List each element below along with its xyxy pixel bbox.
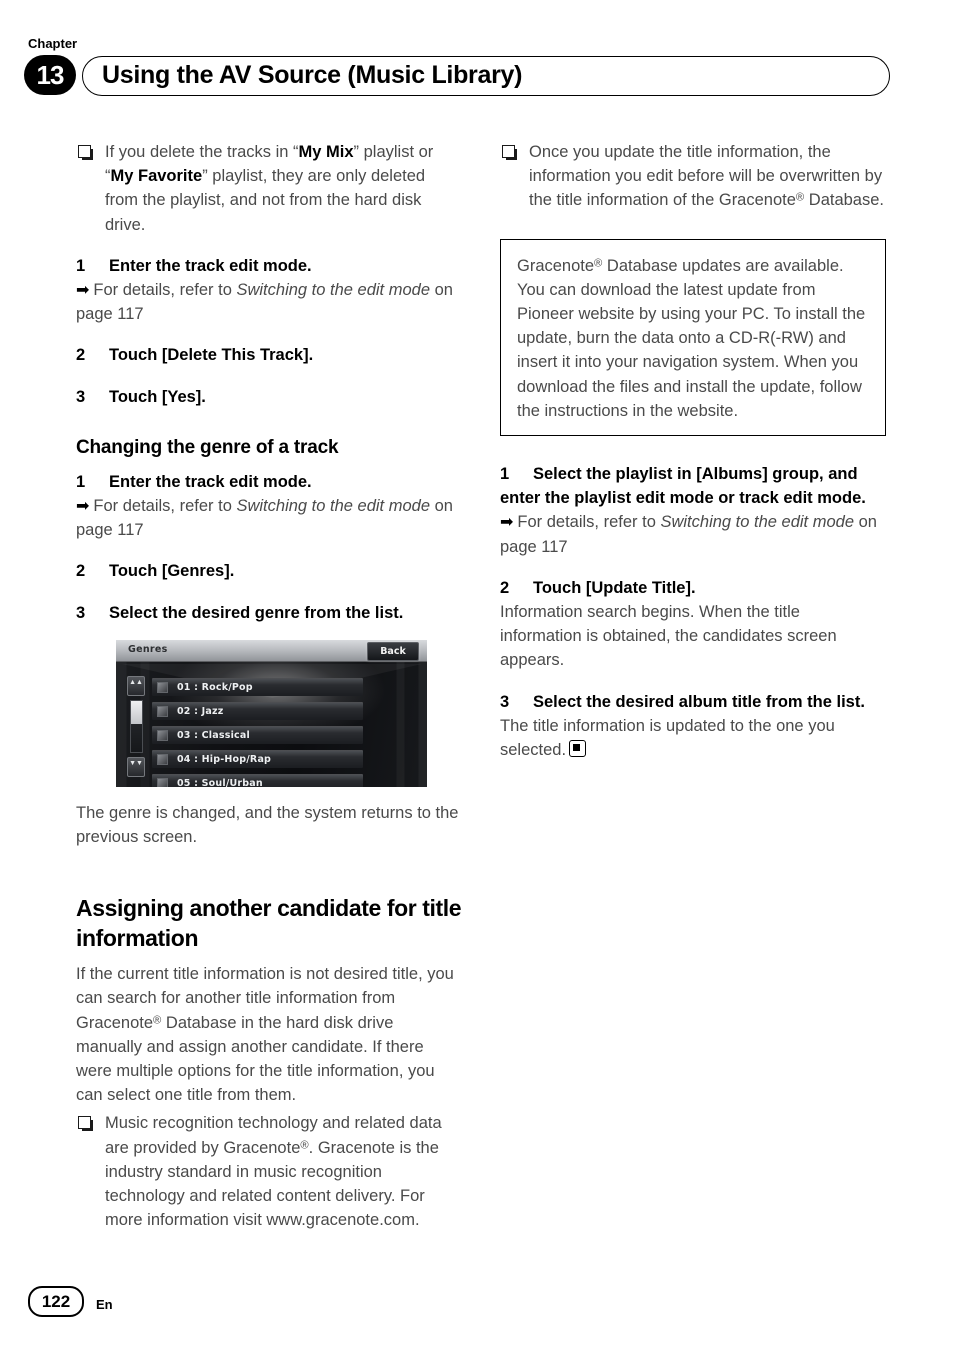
step-label: Touch [Update Title].	[533, 578, 696, 597]
step-number: 3	[76, 387, 86, 406]
xref-switching-edit-mode-1: ➡ For details, refer to Switching to the …	[76, 280, 453, 324]
right-step-2-touch-update-title: 2 Touch [Update Title].	[500, 576, 886, 600]
figure-scroll-up-button[interactable]: ▲▲	[127, 676, 145, 696]
figure-list-item[interactable]: 04 : Hip-Hop/Rap	[152, 750, 363, 768]
step-2-touch-delete-this-track: 2 Touch [Delete This Track].	[76, 343, 462, 367]
right-step-2-body: Information search begins. When the titl…	[500, 603, 837, 670]
step-label: Enter the track edit mode.	[109, 256, 312, 275]
step-1-enter-track-edit-mode: 1 Enter the track edit mode.	[76, 254, 462, 278]
boxed-note-database-updates: Gracenote® Database updates are availabl…	[500, 238, 886, 437]
step-number: 1	[500, 465, 510, 484]
step-number: 1	[76, 256, 86, 275]
genre-item-label: 02 : Jazz	[177, 706, 224, 717]
genre-item-icon	[157, 682, 168, 693]
registered-trademark-icon: ®	[300, 1138, 309, 1151]
step-label: Select the playlist in [Albums] group, a…	[500, 465, 866, 508]
step-number: 2	[76, 562, 86, 581]
step-label: Select the desired album title from the …	[533, 692, 865, 711]
step-3-touch-yes: 3 Touch [Yes].	[76, 385, 462, 409]
figure-list-item[interactable]: 01 : Rock/Pop	[152, 678, 363, 696]
language-code: En	[96, 1297, 113, 1312]
arrow-reference-icon: ➡	[76, 496, 90, 516]
genre-item-icon	[157, 706, 168, 717]
xref-switching-edit-mode-2: ➡ For details, refer to Switching to the …	[76, 496, 453, 540]
genre-item-icon	[157, 754, 168, 765]
end-of-section-marker-icon	[569, 740, 587, 758]
arrow-reference-icon: ➡	[76, 280, 90, 300]
boxed-note-text: Gracenote	[517, 256, 595, 275]
note-text: Music recognition technology and related…	[105, 1114, 442, 1230]
note-square-icon	[78, 1116, 91, 1130]
xref-switching-edit-mode-3: ➡ For details, refer to Switching to the …	[500, 512, 877, 556]
figure-scroll-thumb[interactable]	[131, 701, 142, 725]
step-number: 3	[500, 692, 510, 711]
note-text: Once you update the title information, t…	[529, 143, 884, 210]
genre-item-label: 04 : Hip-Hop/Rap	[177, 754, 272, 765]
page-number-badge: 122	[28, 1286, 84, 1317]
step-number: 3	[76, 603, 86, 622]
right-step-1-select-playlist: 1 Select the playlist in [Albums] group, …	[500, 462, 886, 510]
after-figure-text: The genre is changed, and the system ret…	[76, 803, 459, 847]
figure-list-item[interactable]: 03 : Classical	[152, 726, 363, 744]
genre-step-1-enter-track-edit-mode: 1 Enter the track edit mode.	[76, 470, 462, 494]
right-step-3-body: The title information is updated to the …	[500, 716, 835, 760]
chapter-label: Chapter	[28, 36, 78, 51]
note-gracenote-credit: Music recognition technology and related…	[76, 1111, 462, 1232]
note-square-icon	[502, 145, 515, 158]
right-column: Once you update the title information, t…	[500, 140, 886, 762]
genre-item-label: 03 : Classical	[177, 730, 250, 741]
figure-screen-title: Genres	[128, 644, 168, 655]
subheading-changing-genre: Changing the genre of a track	[76, 436, 339, 458]
figure-list-item[interactable]: 05 : Soul/Urban	[152, 774, 363, 787]
arrow-reference-icon: ➡	[500, 512, 514, 532]
step-label: Enter the track edit mode.	[109, 472, 312, 491]
note-text: If you delete the tracks in “My Mix” pla…	[105, 143, 434, 234]
right-step-3-select-album-title: 3 Select the desired album title from the…	[500, 690, 886, 714]
step-label: Touch [Yes].	[109, 387, 206, 406]
genre-item-label: 05 : Soul/Urban	[177, 778, 263, 787]
figure-scrollbar[interactable]: ▲▲ ▼▼	[127, 676, 145, 777]
note-square-icon	[78, 145, 91, 158]
step-number: 1	[76, 472, 86, 491]
genre-item-label: 01 : Rock/Pop	[177, 682, 253, 693]
figure-list-item[interactable]: 02 : Jazz	[152, 702, 363, 720]
chapter-number-badge: 13	[24, 55, 76, 95]
section-body-text: If the current title information is not …	[76, 965, 454, 1105]
genre-item-icon	[157, 778, 168, 787]
figure-genres-screen: Genres Back ▲▲ ▼▼ 01 : Rock/Pop 02 : Jaz…	[116, 640, 427, 787]
step-label: Select the desired genre from the list.	[109, 603, 404, 622]
figure-genre-list: 01 : Rock/Pop 02 : Jazz 03 : Classical 0…	[152, 678, 363, 787]
genre-item-icon	[157, 730, 168, 741]
figure-scroll-track[interactable]	[130, 700, 143, 753]
genre-step-2-touch-genres: 2 Touch [Genres].	[76, 559, 462, 583]
page-title: Using the AV Source (Music Library)	[102, 61, 523, 89]
figure-back-button[interactable]: Back	[367, 642, 419, 661]
manual-page: Chapter 13 Using the AV Source (Music Li…	[0, 0, 954, 1352]
section-heading-assigning-candidate: Assigning another candidate for title in…	[76, 895, 462, 952]
genre-step-3-select-genre: 3 Select the desired genre from the list.	[76, 601, 462, 625]
step-number: 2	[500, 578, 510, 597]
note-update-overwrite: Once you update the title information, t…	[500, 140, 886, 213]
step-label: Touch [Delete This Track].	[109, 346, 314, 365]
step-number: 2	[76, 346, 86, 365]
registered-trademark-icon: ®	[795, 191, 805, 204]
note-delete-tracks: If you delete the tracks in “My Mix” pla…	[76, 140, 462, 237]
step-label: Touch [Genres].	[109, 562, 235, 581]
figure-scroll-down-button[interactable]: ▼▼	[127, 757, 145, 777]
